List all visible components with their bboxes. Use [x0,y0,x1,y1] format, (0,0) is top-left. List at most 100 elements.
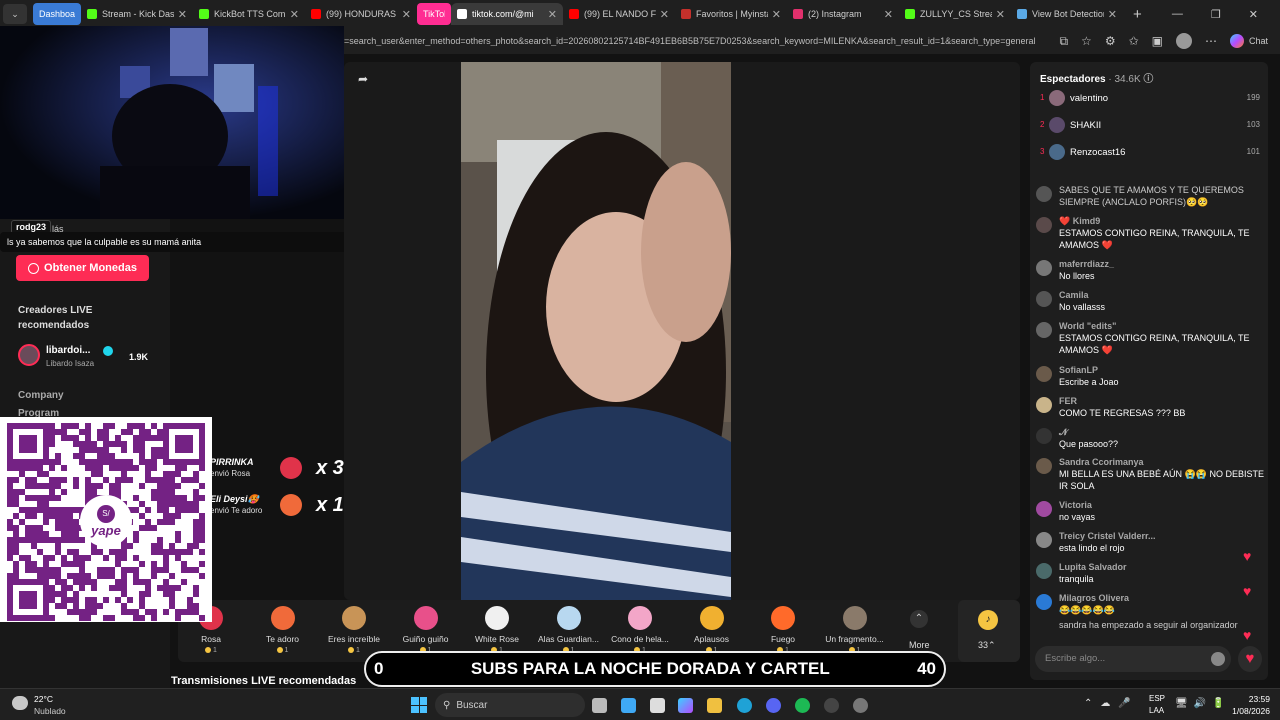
start-button[interactable] [411,697,427,713]
browser-tab[interactable]: tiktok.com/@mi ✕ [451,3,563,25]
minimize-icon[interactable]: — [1172,8,1183,21]
store-icon[interactable] [650,698,665,713]
gift-item[interactable]: Fuego1 [750,606,816,654]
tab-close-icon[interactable]: ✕ [992,8,1005,21]
browser-tab[interactable]: (2) Instagram ✕ [787,3,899,25]
gift-item[interactable]: White Rose1 [464,606,530,654]
app-icon[interactable] [853,698,868,713]
chat-avatar[interactable] [1036,322,1052,338]
chat-username[interactable]: World "edits" [1059,320,1264,332]
tab-close-icon[interactable]: ✕ [656,8,669,21]
file-explorer-icon[interactable] [707,698,722,713]
task-view-icon[interactable] [592,698,607,713]
browser-tab[interactable]: View Bot Detection &✕ [1011,3,1123,25]
chat-avatar[interactable] [1036,186,1052,202]
language-code[interactable]: ESP [1149,694,1165,703]
browser-tab[interactable]: ZULLYY_CS Stream -✕ [899,3,1011,25]
browser-tab[interactable]: Dashboard [33,3,81,25]
favorite-star-icon[interactable]: ☆ [1081,34,1092,48]
taskbar-search[interactable]: ⚲ Buscar [435,693,585,717]
chat-avatar[interactable] [1036,458,1052,474]
tab-close-icon[interactable]: ✕ [286,8,299,21]
top-viewer-row[interactable]: 1 valentino 199 [1040,90,1260,106]
browser-tab[interactable]: Favoritos | Myinstant✕ [675,3,787,25]
top-viewer-row[interactable]: 3 Renzocast16 101 [1040,144,1260,160]
url-field[interactable]: =search_user&enter_method=others_photo&s… [344,36,1059,46]
chat-avatar[interactable] [1036,428,1052,444]
edge-icon[interactable] [737,698,752,713]
clock-time[interactable]: 23:59 [1240,694,1270,704]
top-viewer-row[interactable]: 2 SHAKII 103 [1040,117,1260,133]
browser-tab[interactable]: TikTok [417,3,451,25]
chat-username[interactable]: Lupita Salvador [1059,561,1264,573]
more-menu-icon[interactable]: ⋯ [1205,34,1217,48]
collections-icon[interactable]: ▣ [1152,34,1163,48]
profile-avatar[interactable] [1175,33,1192,49]
recommended-creator[interactable]: libardoi... Libardo Isaza 1.9K [18,344,158,370]
favorites-icon[interactable]: ✩ [1129,34,1139,48]
chat-avatar[interactable] [1036,291,1052,307]
chat-username[interactable]: Milagros Olivera [1059,592,1264,604]
gift-item[interactable]: Un fragmento...1 [822,606,888,654]
tab-close-icon[interactable]: ✕ [1104,8,1117,21]
footer-link-company[interactable]: Company [18,390,64,401]
chat-username[interactable]: Camila [1059,289,1264,301]
tab-close-icon[interactable]: ✕ [768,8,781,21]
gift-item[interactable]: Te adoro 1 [250,606,316,654]
notepad-icon[interactable] [621,698,636,713]
browser-tab[interactable]: (99) EL NANDO FEST✕ [563,3,675,25]
open-in-app-icon[interactable]: ⧉ [1059,34,1068,49]
gift-expand-button[interactable]: ⌃ [910,610,928,628]
chat-username[interactable]: 𝓝 [1059,426,1264,438]
gift-item[interactable]: Cono de hela...1 [607,606,673,654]
tab-close-icon[interactable]: ✕ [398,8,411,21]
extensions-icon[interactable]: ⚙ [1105,34,1116,48]
new-tab-icon[interactable]: + [1133,6,1142,23]
chat-username[interactable]: maferrdiazz_ [1059,258,1264,270]
chat-avatar[interactable] [1036,366,1052,382]
chat-avatar[interactable] [1036,594,1052,610]
chat-username[interactable]: Sandra Ccorimanya [1059,456,1264,468]
chat-avatar[interactable] [1036,501,1052,517]
weather-temp[interactable]: 22°C [34,694,53,704]
tab-search-icon[interactable]: ⌄ [3,4,27,24]
gift-more-label[interactable]: More [909,640,930,650]
like-heart-button[interactable]: ♥ [1238,646,1262,672]
chat-username[interactable]: ❤️ Kimd9 [1059,215,1264,227]
live-video[interactable] [461,62,731,600]
chat-avatar[interactable] [1036,532,1052,548]
spotify-icon[interactable] [795,698,810,713]
chat-username[interactable]: sandra [1059,620,1087,630]
chat-avatar[interactable] [1036,217,1052,233]
browser-tab[interactable]: KickBot TTS Comma✕ [193,3,305,25]
share-icon[interactable]: ➦ [354,70,372,88]
chat-avatar[interactable] [1036,260,1052,276]
gift-item[interactable]: Aplausos1 [679,606,745,654]
tab-close-icon[interactable]: ✕ [174,8,187,21]
coins-panel[interactable]: ♪ 33⌃ [958,600,1020,662]
browser-tab[interactable]: (99) HONDURAS VS✕ [305,3,417,25]
chat-avatar[interactable] [1036,563,1052,579]
tab-close-icon[interactable]: ✕ [880,8,893,21]
discord-icon[interactable] [766,698,781,713]
gift-item[interactable]: Eres increíble 1 [321,606,387,654]
close-window-icon[interactable]: ✕ [1249,8,1258,21]
tab-close-icon[interactable]: ✕ [544,8,557,21]
tray-icons[interactable]: ⌃☁🎤 [1084,698,1139,709]
chat-input[interactable]: Escribe algo... [1035,646,1231,672]
copilot-app-icon[interactable] [678,698,693,713]
info-icon[interactable]: ⓘ [1143,74,1153,85]
maximize-icon[interactable]: ❐ [1211,8,1221,21]
gift-item[interactable]: Guiño guiño1 [393,606,459,654]
chat-username[interactable]: SofianLP [1059,364,1264,376]
obs-icon[interactable] [824,698,839,713]
gift-item[interactable]: Alas Guardian...1 [536,606,602,654]
chat-username[interactable]: Victoria [1059,499,1264,511]
browser-tab[interactable]: Stream - Kick Dashb✕ [81,3,193,25]
get-coins-button[interactable]: Obtener Monedas [16,255,149,281]
copilot-chat-button[interactable]: Chat [1229,34,1268,48]
chat-username[interactable]: Treicy Cristel Valderr... [1059,530,1264,542]
chat-avatar[interactable] [1036,397,1052,413]
chat-username[interactable]: FER [1059,395,1264,407]
emoji-icon[interactable] [1211,652,1225,666]
